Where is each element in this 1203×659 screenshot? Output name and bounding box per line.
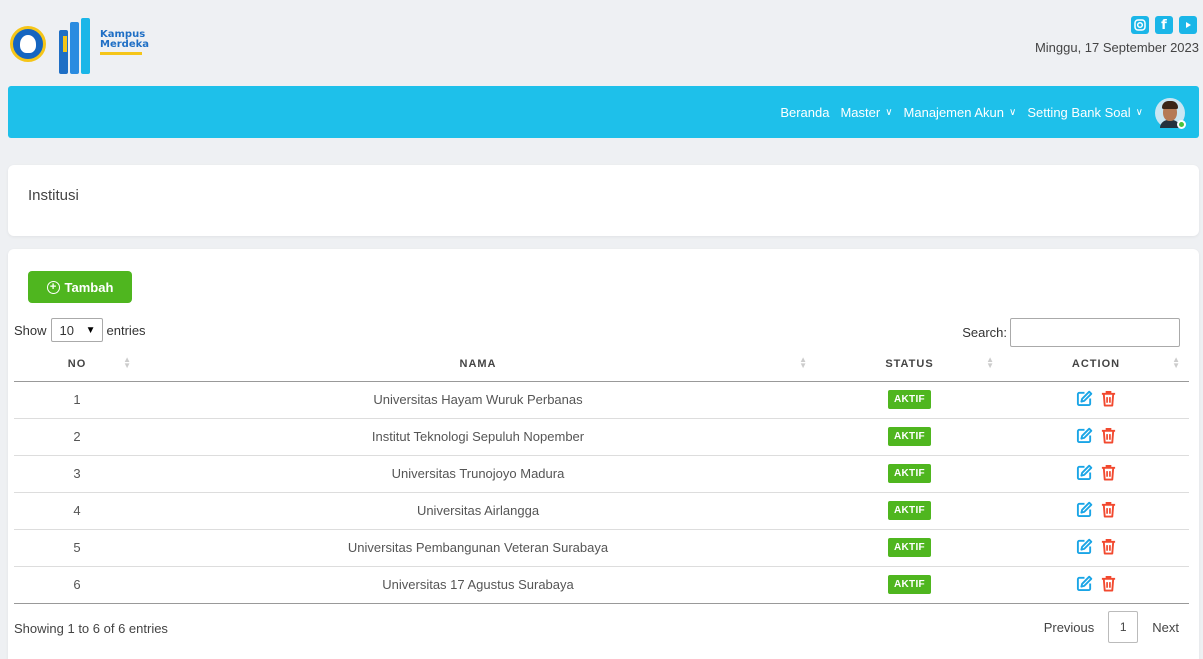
- trash-icon[interactable]: [1100, 390, 1117, 410]
- edit-icon[interactable]: [1076, 464, 1093, 484]
- next-button[interactable]: Next: [1152, 620, 1179, 635]
- instagram-icon[interactable]: [1131, 16, 1149, 34]
- institusi-table-card: + Tambah Show 10 ▼ entries Search: NO ▲ ▼ …: [8, 249, 1199, 659]
- status-badge: AKTIF: [888, 390, 931, 409]
- cell-action: [1003, 455, 1189, 493]
- page-length-select[interactable]: 10 ▼: [50, 318, 103, 342]
- nav-master[interactable]: Master ∨: [840, 105, 892, 120]
- chevron-down-icon: ▼: [85, 324, 96, 336]
- cell-status: AKTIF: [816, 455, 1003, 493]
- cell-status: AKTIF: [816, 418, 1003, 456]
- edit-icon[interactable]: [1076, 538, 1093, 558]
- cell-action: [1003, 529, 1189, 567]
- cell-nama: Institut Teknologi Sepuluh Nopember: [140, 418, 816, 456]
- social-links: f: [1131, 16, 1197, 34]
- cell-action: [1003, 418, 1189, 456]
- table-info: Showing 1 to 6 of 6 entries: [14, 621, 168, 636]
- cell-no: 4: [14, 492, 140, 530]
- cell-status: AKTIF: [816, 381, 1003, 419]
- status-badge: AKTIF: [888, 464, 931, 483]
- cell-action: [1003, 492, 1189, 530]
- cell-nama: Universitas 17 Agustus Surabaya: [140, 566, 816, 604]
- main-navbar: Beranda Master ∨ Manajemen Akun ∨ Setting …: [8, 86, 1199, 138]
- search-input[interactable]: [1010, 318, 1180, 347]
- cell-status: AKTIF: [816, 566, 1003, 604]
- cell-nama: Universitas Hayam Wuruk Perbanas: [140, 381, 816, 419]
- institusi-table: NO ▲ ▼ NAMA ▲ ▼ STATUS ▲ ▼ ACTION ▲ ▼ 1 Universit…: [14, 348, 1189, 604]
- pagination: Previous 1 Next: [1044, 611, 1179, 643]
- cell-action: [1003, 381, 1189, 419]
- chevron-down-icon: ∨: [885, 106, 893, 118]
- trash-icon[interactable]: [1100, 575, 1117, 595]
- table-row: 4 Universitas Airlangga AKTIF: [14, 492, 1189, 530]
- edit-icon[interactable]: [1076, 390, 1093, 410]
- cell-no: 5: [14, 529, 140, 567]
- cell-no: 2: [14, 418, 140, 456]
- page-title-card: Institusi: [8, 165, 1199, 236]
- cell-nama: Universitas Pembangunan Veteran Surabaya: [140, 529, 816, 567]
- status-badge: AKTIF: [888, 427, 931, 446]
- tut-wuri-logo: [10, 26, 46, 62]
- kampus-merdeka-wordmark: Kampus Merdeka: [100, 30, 149, 55]
- youtube-icon[interactable]: [1179, 16, 1197, 34]
- cell-no: 6: [14, 566, 140, 604]
- trash-icon[interactable]: [1100, 427, 1117, 447]
- table-row: 3 Universitas Trunojoyo Madura AKTIF: [14, 455, 1189, 493]
- status-badge: AKTIF: [888, 501, 931, 520]
- cell-no: 3: [14, 455, 140, 493]
- current-date: Minggu, 17 September 2023: [1034, 40, 1199, 55]
- edit-icon[interactable]: [1076, 575, 1093, 595]
- online-status-indicator: [1177, 120, 1186, 129]
- search-control: Search:: [962, 318, 1180, 347]
- cell-status: AKTIF: [816, 492, 1003, 530]
- column-header-action[interactable]: ACTION ▲ ▼: [1003, 348, 1189, 382]
- facebook-icon[interactable]: f: [1155, 16, 1173, 34]
- status-badge: AKTIF: [888, 538, 931, 557]
- plus-circle-icon: +: [46, 280, 60, 294]
- chevron-down-icon: ∨: [1008, 106, 1017, 118]
- column-header-status[interactable]: STATUS ▲ ▼: [816, 348, 1003, 382]
- page-number-button[interactable]: 1: [1108, 611, 1139, 643]
- nav-setting-bank-soal[interactable]: Setting Bank Soal ∨: [1027, 105, 1143, 120]
- user-avatar[interactable]: [1155, 98, 1186, 129]
- table-row: 5 Universitas Pembangunan Veteran Surabay…: [14, 529, 1189, 567]
- trash-icon[interactable]: [1100, 464, 1117, 484]
- table-row: 2 Institut Teknologi Sepuluh Nopember AKTI…: [14, 418, 1189, 456]
- nav-manajemen-akun[interactable]: Manajemen Akun ∨: [904, 105, 1017, 120]
- column-header-nama[interactable]: NAMA ▲ ▼: [140, 348, 816, 382]
- status-badge: AKTIF: [888, 575, 931, 594]
- top-header: Kampus Merdeka f Minggu, 17 September 20…: [0, 0, 1203, 82]
- trash-icon[interactable]: [1100, 538, 1117, 558]
- column-header-no[interactable]: NO ▲ ▼: [14, 348, 140, 382]
- cell-nama: Universitas Airlangga: [140, 492, 816, 530]
- table-row: 6 Universitas 17 Agustus Surabaya AKTIF: [14, 566, 1189, 604]
- table-row: 1 Universitas Hayam Wuruk Perbanas AKTIF: [14, 381, 1189, 419]
- kampus-merdeka-logo-icon: [59, 18, 90, 74]
- edit-icon[interactable]: [1076, 501, 1093, 521]
- cell-action: [1003, 566, 1189, 604]
- cell-no: 1: [14, 381, 140, 419]
- trash-icon[interactable]: [1100, 501, 1117, 521]
- page-title: Institusi: [28, 187, 79, 204]
- add-button[interactable]: + Tambah: [28, 271, 132, 303]
- cell-nama: Universitas Trunojoyo Madura: [140, 455, 816, 493]
- cell-status: AKTIF: [816, 529, 1003, 567]
- chevron-down-icon: ∨: [1135, 106, 1143, 118]
- nav-beranda[interactable]: Beranda: [780, 105, 829, 120]
- edit-icon[interactable]: [1076, 427, 1093, 447]
- previous-button[interactable]: Previous: [1044, 620, 1095, 635]
- page-length-control: Show 10 ▼ entries: [14, 318, 146, 342]
